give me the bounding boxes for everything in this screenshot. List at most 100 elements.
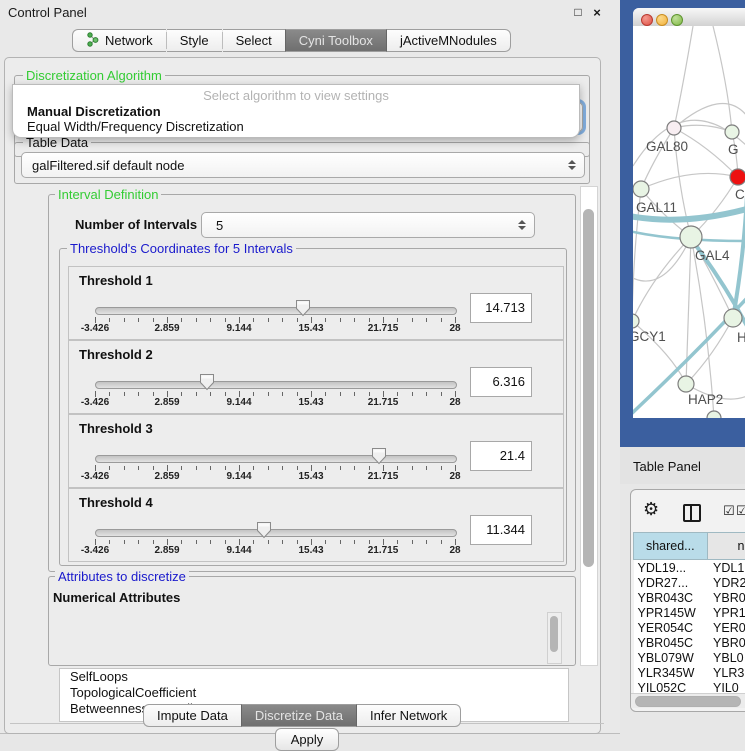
table-row[interactable]: YPR145WYPR1 (634, 605, 745, 620)
network-edge-highlighted[interactable] (733, 86, 745, 318)
cell-name[interactable]: YER0 (707, 620, 745, 635)
tab-impute-data[interactable]: Impute Data (143, 704, 241, 727)
tab-discretize-data[interactable]: Discretize Data (241, 704, 357, 727)
attributes-scrollbar[interactable] (547, 612, 562, 664)
table-row[interactable]: YLR345WYLR3 (634, 665, 745, 680)
slider-tick (369, 392, 370, 396)
table-horizontal-scrollbar[interactable] (631, 693, 745, 708)
table-row[interactable]: YBR043CYBR0 (634, 590, 745, 605)
column-header-name[interactable]: n (707, 533, 745, 560)
cell-shared-name[interactable]: YPR145W (634, 605, 708, 620)
threshold-slider-track[interactable] (95, 381, 457, 389)
network-node[interactable] (730, 169, 745, 185)
network-edge[interactable] (674, 26, 693, 128)
cell-shared-name[interactable]: YLR345W (634, 665, 708, 680)
threshold-value-field[interactable]: 6.316 (470, 367, 532, 397)
network-node[interactable] (724, 309, 742, 327)
zoom-traffic-light-icon[interactable] (671, 14, 683, 26)
menu-item-equal-width-frequency[interactable]: Equal Width/Frequency Discretization (15, 119, 587, 134)
attribute-list-item[interactable]: TopologicalCoefficient (60, 685, 568, 701)
network-node[interactable] (680, 226, 702, 248)
slider-tick (297, 466, 298, 470)
cell-shared-name[interactable]: YBR045C (634, 635, 708, 650)
tab-network[interactable]: Network (72, 29, 166, 52)
slider-tick (412, 540, 413, 544)
tab-select[interactable]: Select (223, 29, 285, 52)
threshold-slider-thumb[interactable] (371, 447, 387, 465)
network-edge[interactable] (633, 237, 691, 321)
cell-name[interactable]: YLR3 (707, 665, 745, 680)
threshold-slider-track[interactable] (95, 307, 457, 315)
close-traffic-light-icon[interactable] (641, 14, 653, 26)
table-row[interactable]: YBL079WYBL0 (634, 650, 745, 665)
threshold-slider-track[interactable] (95, 455, 457, 463)
cell-name[interactable]: YBL0 (707, 650, 745, 665)
threshold-slider-thumb[interactable] (295, 299, 311, 317)
threshold-value-field[interactable]: 11.344 (470, 515, 532, 545)
network-node[interactable] (667, 121, 681, 135)
close-icon[interactable]: × (589, 5, 605, 20)
network-node[interactable] (633, 181, 649, 197)
threshold-slider-thumb[interactable] (199, 373, 215, 391)
minimize-traffic-light-icon[interactable] (656, 14, 668, 26)
settings-scrollbar[interactable] (580, 186, 598, 666)
network-canvas[interactable]: GAL80GCGAL11GAL4GCY1HHAP2 (633, 26, 745, 418)
threshold-slider-track[interactable] (95, 529, 457, 537)
number-of-intervals-combo[interactable]: 5 (201, 212, 535, 238)
network-edge[interactable] (686, 318, 733, 384)
threshold-slider-thumb[interactable] (256, 521, 272, 539)
cell-shared-name[interactable]: YER054C (634, 620, 708, 635)
select-all-checkbox-icon[interactable]: ☑ (723, 503, 735, 519)
show-columns-icon[interactable] (683, 504, 701, 522)
cell-name[interactable]: YBR0 (707, 635, 745, 650)
slider-tick (181, 392, 182, 396)
cell-shared-name[interactable]: YDR27... (634, 575, 708, 590)
threshold-value-field[interactable]: 14.713 (470, 293, 532, 323)
network-edge[interactable] (713, 26, 732, 132)
slider-tick (282, 466, 283, 470)
cell-shared-name[interactable]: YBL079W (634, 650, 708, 665)
slider-tick (124, 392, 125, 396)
cell-name[interactable]: YDR2 (707, 575, 745, 590)
slider-tick (369, 318, 370, 322)
table-row[interactable]: YER054CYER0 (634, 620, 745, 635)
select-none-checkbox-icon[interactable]: ☑ (736, 503, 745, 519)
attributes-scrollbar-thumb[interactable] (550, 616, 558, 652)
network-node[interactable] (678, 376, 694, 392)
cell-shared-name[interactable]: YBR043C (634, 590, 708, 605)
network-edge[interactable] (641, 173, 738, 189)
table-row[interactable]: YBR045CYBR0 (634, 635, 745, 650)
table-scrollbar-thumb[interactable] (635, 696, 741, 707)
tab-infer-network[interactable]: Infer Network (357, 704, 461, 727)
slider-tick (109, 540, 110, 544)
gear-icon[interactable]: ⚙ (643, 499, 659, 520)
table-data-combo[interactable]: galFiltered.sif default node (21, 152, 585, 178)
slider-tick (196, 392, 197, 396)
slider-tick (253, 392, 254, 396)
table-row[interactable]: YDL19...YDL1 (634, 560, 745, 576)
network-node[interactable] (707, 411, 721, 418)
table-row[interactable]: YDR27...YDR2 (634, 575, 745, 590)
float-window-icon[interactable]: □ (570, 5, 586, 19)
apply-button[interactable]: Apply (275, 728, 339, 751)
network-view-frame: GAL80GCGAL11GAL4GCY1HHAP2 (620, 0, 745, 447)
tab-cyni-toolbox[interactable]: Cyni Toolbox (285, 29, 387, 52)
network-node[interactable] (725, 125, 739, 139)
cell-name[interactable]: YPR1 (707, 605, 745, 620)
cell-shared-name[interactable]: YDL19... (634, 560, 708, 576)
node-attribute-table[interactable]: shared... n YDL19...YDL1YDR27...YDR2YBR0… (633, 532, 745, 695)
settings-scrollbar-thumb[interactable] (583, 209, 594, 567)
network-node-label: GAL80 (646, 139, 688, 154)
threshold-value-field[interactable]: 21.4 (470, 441, 532, 471)
network-edge[interactable] (674, 104, 745, 129)
tab-style[interactable]: Style (167, 29, 222, 52)
network-edge[interactable] (641, 128, 674, 189)
network-node-label: G (728, 142, 739, 157)
menu-item-manual-discretization[interactable]: Manual Discretization (15, 104, 587, 119)
column-header-shared-name[interactable]: shared... (634, 533, 708, 560)
cell-name[interactable]: YDL1 (707, 560, 745, 576)
slider-tick-label: -3.426 (81, 471, 109, 482)
attribute-list-item[interactable]: SelfLoops (60, 669, 568, 685)
tab-jactivemnodules[interactable]: jActiveMNodules (387, 29, 511, 52)
cell-name[interactable]: YBR0 (707, 590, 745, 605)
